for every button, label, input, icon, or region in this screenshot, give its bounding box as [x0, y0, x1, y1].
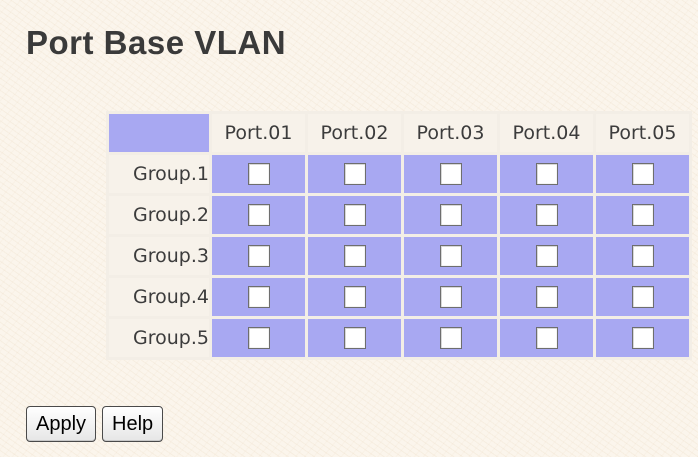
- table-cell: [500, 319, 593, 357]
- apply-button[interactable]: Apply: [26, 406, 97, 442]
- group-label: Group.1: [109, 155, 209, 193]
- table-cell: [500, 155, 593, 193]
- port-header: Port.04: [500, 114, 593, 152]
- table-row: Group.2: [109, 196, 689, 234]
- table-cell: [212, 237, 305, 275]
- table-cell: [500, 196, 593, 234]
- table-row: Group.3: [109, 237, 689, 275]
- group-label: Group.4: [109, 278, 209, 316]
- port-checkbox[interactable]: [535, 204, 558, 227]
- port-checkbox[interactable]: [631, 327, 654, 350]
- corner-cell: [109, 114, 209, 152]
- port-checkbox[interactable]: [247, 327, 270, 350]
- table-row: Group.1: [109, 155, 689, 193]
- port-checkbox[interactable]: [439, 286, 462, 309]
- group-label: Group.3: [109, 237, 209, 275]
- table-cell: [212, 196, 305, 234]
- port-checkbox[interactable]: [631, 163, 654, 186]
- table-cell: [596, 319, 689, 357]
- page-title: Port Base VLAN: [26, 24, 287, 61]
- port-checkbox[interactable]: [247, 163, 270, 186]
- port-checkbox[interactable]: [535, 286, 558, 309]
- table-cell: [212, 278, 305, 316]
- table-cell: [404, 319, 497, 357]
- table-cell: [500, 237, 593, 275]
- table-cell: [596, 278, 689, 316]
- help-button[interactable]: Help: [102, 406, 164, 442]
- port-checkbox[interactable]: [631, 204, 654, 227]
- table-cell: [404, 237, 497, 275]
- port-checkbox[interactable]: [343, 286, 366, 309]
- port-checkbox[interactable]: [439, 163, 462, 186]
- port-checkbox[interactable]: [343, 204, 366, 227]
- table-cell: [596, 196, 689, 234]
- port-checkbox[interactable]: [439, 245, 462, 268]
- table-cell: [212, 319, 305, 357]
- port-header: Port.01: [212, 114, 305, 152]
- port-checkbox[interactable]: [343, 163, 366, 186]
- table-row: Group.5: [109, 319, 689, 357]
- table-cell: [404, 155, 497, 193]
- group-label: Group.2: [109, 196, 209, 234]
- port-checkbox[interactable]: [343, 245, 366, 268]
- group-label: Group.5: [109, 319, 209, 357]
- table-cell: [308, 278, 401, 316]
- port-checkbox[interactable]: [535, 245, 558, 268]
- table-row: Group.4: [109, 278, 689, 316]
- port-header: Port.02: [308, 114, 401, 152]
- port-header: Port.05: [596, 114, 689, 152]
- port-checkbox[interactable]: [535, 327, 558, 350]
- port-checkbox[interactable]: [247, 286, 270, 309]
- table-cell: [596, 155, 689, 193]
- table-cell: [212, 155, 305, 193]
- header-row: Port.01 Port.02 Port.03 Port.04 Port.05: [109, 114, 689, 152]
- port-checkbox[interactable]: [247, 204, 270, 227]
- table-cell: [308, 196, 401, 234]
- table-cell: [404, 278, 497, 316]
- table-cell: [500, 278, 593, 316]
- table-cell: [596, 237, 689, 275]
- button-bar: Apply Help: [26, 406, 169, 442]
- port-checkbox[interactable]: [631, 245, 654, 268]
- port-checkbox[interactable]: [439, 204, 462, 227]
- port-checkbox[interactable]: [535, 163, 558, 186]
- table-cell: [308, 237, 401, 275]
- port-checkbox[interactable]: [247, 245, 270, 268]
- port-checkbox[interactable]: [439, 327, 462, 350]
- table-cell: [308, 155, 401, 193]
- port-header: Port.03: [404, 114, 497, 152]
- port-checkbox[interactable]: [631, 286, 654, 309]
- table-cell: [404, 196, 497, 234]
- vlan-table: Port.01 Port.02 Port.03 Port.04 Port.05 …: [106, 111, 692, 360]
- port-checkbox[interactable]: [343, 327, 366, 350]
- table-cell: [308, 319, 401, 357]
